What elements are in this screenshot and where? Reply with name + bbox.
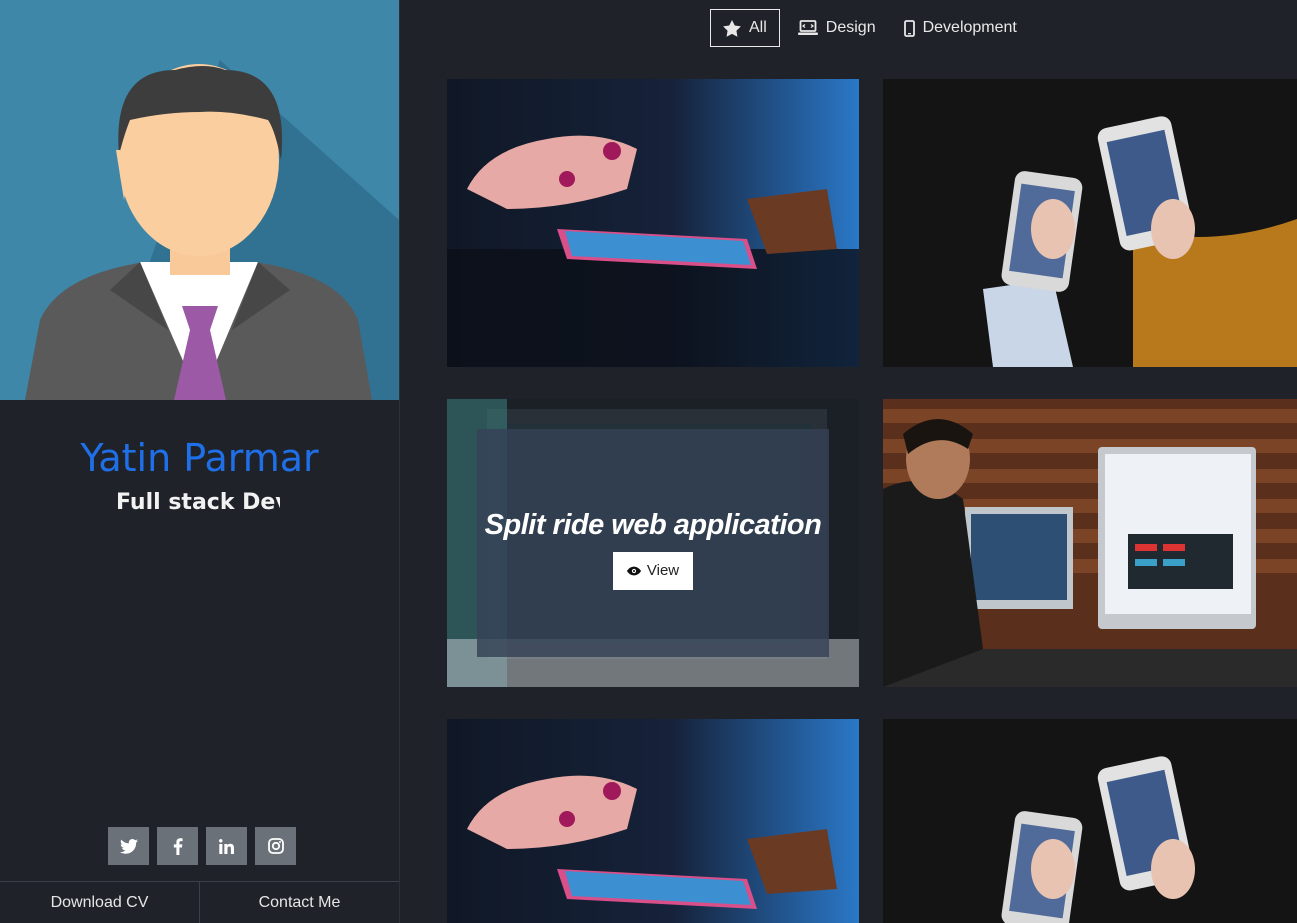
portfolio-card[interactable] (447, 79, 859, 367)
view-button-label: View (646, 562, 680, 579)
project-image (883, 399, 1297, 687)
project-image (883, 719, 1297, 923)
download-cv-button[interactable]: Download CV (0, 882, 199, 923)
linkedin-icon (219, 838, 234, 854)
contact-me-button[interactable]: Contact Me (199, 882, 399, 923)
tab-development-label: Development (922, 19, 1017, 36)
tab-development[interactable]: Development (892, 9, 1029, 47)
tab-design-label: Design (825, 19, 876, 36)
portfolio-card[interactable] (447, 719, 859, 923)
facebook-button[interactable] (157, 827, 198, 865)
portfolio-filter-tabs: All Design Development (710, 9, 1029, 47)
project-overlay: Split ride web application View (477, 429, 829, 657)
profile-name: Yatin Parmar (80, 436, 319, 480)
portfolio-card[interactable] (883, 79, 1297, 367)
instagram-icon (267, 838, 284, 854)
sidebar-actions: Download CV Contact Me (0, 881, 399, 923)
laptop-icon (797, 20, 818, 35)
avatar (0, 0, 399, 400)
mobile-icon (903, 19, 915, 37)
project-title: Split ride web application (484, 508, 822, 541)
project-image (883, 79, 1297, 367)
tab-all[interactable]: All (710, 9, 780, 47)
project-image (447, 79, 859, 367)
portfolio-card-hovered[interactable]: Split ride web application View (447, 399, 859, 687)
tab-all-label: All (749, 19, 767, 36)
instagram-button[interactable] (255, 827, 296, 865)
twitter-icon (119, 838, 138, 854)
social-links (108, 827, 296, 865)
project-image (447, 719, 859, 923)
portfolio-card[interactable] (883, 719, 1297, 923)
view-button[interactable]: View (612, 551, 694, 590)
profile-sidebar: Yatin Parmar Full stack Developer Downlo… (0, 0, 400, 923)
profile-role: Full stack Developer (116, 490, 280, 515)
tab-design[interactable]: Design (786, 9, 888, 47)
portfolio-app: Yatin Parmar Full stack Developer Downlo… (0, 0, 1297, 923)
linkedin-button[interactable] (206, 827, 247, 865)
star-icon (723, 19, 741, 37)
facebook-icon (173, 837, 183, 855)
eye-icon (626, 566, 641, 575)
portfolio-card[interactable] (883, 399, 1297, 687)
twitter-button[interactable] (108, 827, 149, 865)
